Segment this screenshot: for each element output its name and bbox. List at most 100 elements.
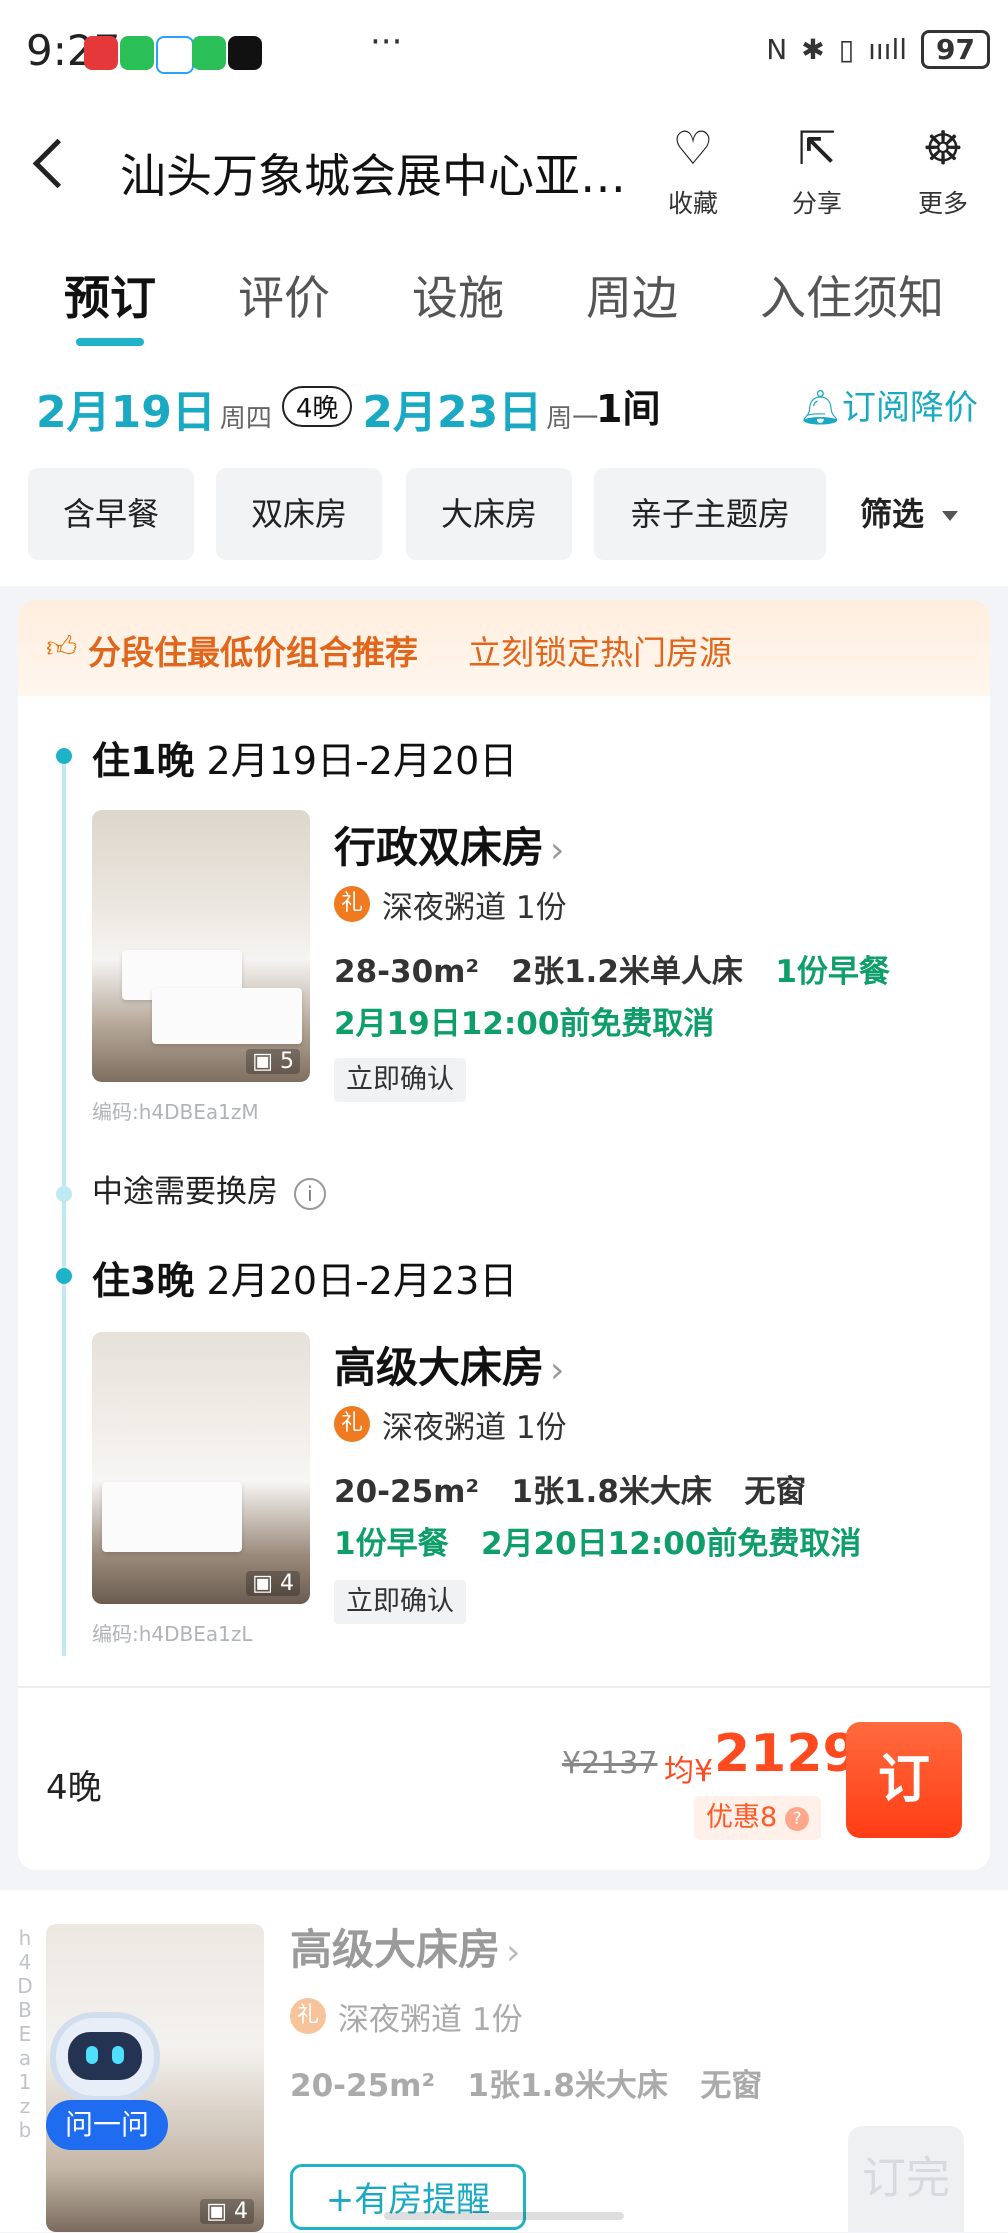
banner-subtitle: 立刻锁定热门房源	[468, 633, 732, 672]
breakfast-cancel: 1份早餐 2月20日12:00前免费取消	[334, 1518, 861, 1563]
book-button[interactable]: 订	[846, 1722, 962, 1838]
status-bar: 9:27 ··· N ✱ ▯ ıııll 97	[0, 0, 1008, 100]
gift-row: 礼 深夜粥道 1份	[290, 1996, 523, 2038]
checkout-date: 2月23日	[362, 387, 543, 438]
room-name: 高级大床房	[334, 1343, 545, 1392]
total-nights: 4晚	[46, 1768, 102, 1808]
image-count: ▣ 5	[246, 1049, 300, 1074]
nfc-icon: N	[766, 33, 788, 66]
timeline-dot	[56, 1268, 72, 1284]
timeline-dot	[56, 1186, 72, 1202]
discount-label: 优惠8	[706, 1802, 778, 1833]
share-label: 分享	[791, 189, 842, 218]
gift-row: 礼 深夜粥道 1份	[334, 1404, 567, 1446]
stay-header: 住3晚 2月20日-2月23日	[92, 1250, 517, 1305]
bed-type: 1张1.8米大床	[511, 1474, 712, 1510]
gift-text: 深夜粥道 1份	[338, 2001, 523, 2038]
subscribe-price-drop[interactable]: 🔔︎订阅降价	[799, 380, 978, 429]
gift-row: 礼 深夜粥道 1份	[334, 884, 567, 926]
info-icon[interactable]: i	[293, 1177, 326, 1210]
filter-twin[interactable]: 双床房	[216, 468, 382, 560]
assistant-robot-icon[interactable]	[50, 2012, 160, 2102]
banner-title: 分段住最低价组合推荐	[88, 633, 418, 672]
image-count: ▣ 4	[246, 1571, 300, 1596]
tab-facilities[interactable]: 设施	[412, 262, 504, 328]
gesture-bar	[384, 2212, 624, 2220]
chevron-right-icon: ›	[550, 830, 565, 871]
room-specs: 20-25m² 1张1.8米大床 无窗	[334, 1466, 806, 1511]
status-right: N ✱ ▯ ıııll 97	[766, 30, 990, 69]
stay-dates: 2月19日-2月20日	[206, 739, 518, 783]
wechat-icon	[120, 36, 154, 70]
more-label: 更多	[917, 189, 968, 218]
room-photo[interactable]: ▣ 4	[92, 1332, 310, 1604]
more-button[interactable]: ☸ 更多	[898, 122, 988, 220]
active-tab-indicator	[76, 338, 144, 346]
combo-card: 👍︎ 分段住最低价组合推荐 立刻锁定热门房源 住1晚 2月19日-2月20日 ▣…	[18, 600, 990, 1870]
checkin-date: 2月19日	[36, 387, 216, 438]
favorite-button[interactable]: ♡ 收藏	[648, 122, 738, 220]
ask-assistant-button[interactable]: 问一问	[46, 2100, 168, 2150]
room-area: 20-25m²	[334, 1474, 480, 1510]
vibrate-icon: ▯	[838, 33, 855, 66]
share-button[interactable]: ⇱ 分享	[772, 122, 862, 220]
room-name: 高级大床房	[290, 1925, 501, 1974]
gift-icon: 礼	[334, 886, 370, 922]
filter-family[interactable]: 亲子主题房	[594, 468, 826, 560]
tab-nearby[interactable]: 周边	[586, 262, 678, 328]
price: 2129	[714, 1724, 859, 1784]
stay-dates: 2月20日-2月23日	[206, 1259, 518, 1303]
room-change-note: 中途需要换房 i	[92, 1166, 326, 1211]
room-name-link[interactable]: 高级大床房 ›	[334, 1334, 564, 1395]
room-specs: 20-25m² 1张1.8米大床 无窗	[290, 2060, 762, 2105]
thumbs-up-icon: 👍︎	[46, 630, 78, 665]
gift-icon: 礼	[334, 1406, 370, 1442]
footprint-icon: ☸	[922, 121, 964, 175]
gift-text: 深夜粥道 1份	[382, 1409, 567, 1446]
chevron-right-icon: ›	[550, 1350, 565, 1391]
tab-reviews[interactable]: 评价	[238, 262, 330, 328]
gift-text: 深夜粥道 1份	[382, 889, 567, 926]
dropdown-icon	[942, 511, 959, 521]
room-code: h4DBEa1zb	[17, 1926, 33, 2142]
room-specs: 28-30m² 2张1.2米单人床 1份早餐	[334, 946, 890, 991]
filter-king[interactable]: 大床房	[406, 468, 572, 560]
breakfast: 1份早餐	[334, 1526, 449, 1562]
filter-breakfast[interactable]: 含早餐	[28, 468, 194, 560]
room-name-link[interactable]: 行政双床房 ›	[334, 814, 564, 875]
share-icon: ⇱	[797, 121, 837, 175]
filter-button[interactable]: 筛选	[860, 468, 959, 560]
more-notifications-icon: ···	[370, 22, 403, 62]
checkout-weekday: 周一	[546, 404, 599, 434]
bed-type: 1张1.8米大床	[467, 2068, 668, 2104]
bell-icon: 🔔︎	[798, 388, 842, 428]
original-price: ¥2137	[562, 1746, 658, 1781]
combo-banner: 👍︎ 分段住最低价组合推荐 立刻锁定热门房源	[18, 600, 990, 696]
room-photo[interactable]: ▣ 5	[92, 810, 310, 1082]
chevron-right-icon: ›	[506, 1932, 521, 1973]
bluetooth-icon: ✱	[801, 33, 825, 66]
room-name-link[interactable]: 高级大床房 ›	[290, 1916, 520, 1977]
page-title: 汕头万象城会展中心亚…	[120, 149, 626, 203]
room-count[interactable]: 1间	[596, 378, 660, 433]
filter-label: 筛选	[860, 495, 925, 533]
nights-badge: 4晚	[281, 385, 353, 427]
heart-icon: ♡	[672, 121, 714, 175]
instant-confirm-badge: 立即确认	[334, 1580, 466, 1624]
cancel-policy: 2月19日12:00前免费取消	[334, 1006, 715, 1042]
room-name: 行政双床房	[334, 823, 545, 872]
avg-price-prefix: 均¥	[664, 1754, 714, 1789]
availability-alert-button[interactable]: +有房提醒	[290, 2164, 526, 2230]
room-change-label: 中途需要换房	[92, 1174, 278, 1210]
room-code: 编码:h4DBEa1zM	[92, 1100, 259, 1124]
robot-face	[68, 2032, 142, 2080]
date-selector[interactable]: 2月19日 周四 4晚 2月23日 周一	[36, 376, 599, 438]
tab-bar: 预订 评价 设施 周边 入住须知	[0, 262, 1008, 342]
wechat-icon	[192, 36, 226, 70]
breakfast: 1份早餐	[775, 954, 890, 990]
discount-badge[interactable]: 优惠8?	[694, 1796, 822, 1840]
tab-booking[interactable]: 预订	[64, 262, 156, 328]
image-count: ▣ 4	[200, 2199, 254, 2224]
room-card: h4DBEa1zb ▣ 4 问一问 高级大床房 › 礼 深夜粥道 1份 20-25…	[0, 1890, 1008, 2232]
tab-checkin-notice[interactable]: 入住须知	[760, 262, 944, 328]
